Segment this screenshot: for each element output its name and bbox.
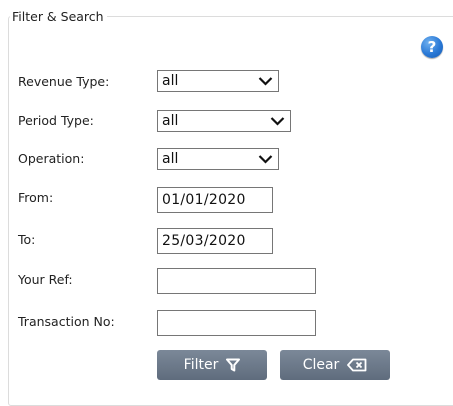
revenue-type-select[interactable]: all	[157, 70, 279, 92]
to-date-input[interactable]: 25/03/2020	[157, 228, 273, 254]
chevron-down-icon	[258, 77, 273, 86]
chevron-down-icon	[270, 117, 285, 126]
to-label: To:	[18, 232, 36, 247]
your-ref-label: Your Ref:	[18, 272, 73, 287]
from-label: From:	[18, 190, 54, 205]
clear-button[interactable]: Clear	[280, 350, 390, 380]
help-icon[interactable]: ?	[421, 36, 443, 58]
filter-button-label: Filter	[183, 357, 219, 373]
transaction-no-input[interactable]	[157, 310, 316, 336]
period-type-value: all	[162, 113, 179, 129]
backspace-icon	[347, 358, 367, 372]
transaction-no-label: Transaction No:	[18, 314, 115, 329]
revenue-type-value: all	[162, 73, 179, 89]
period-type-select[interactable]: all	[157, 110, 291, 132]
funnel-icon	[226, 358, 241, 372]
period-type-label: Period Type:	[18, 113, 94, 128]
your-ref-input[interactable]	[157, 268, 316, 294]
filter-button[interactable]: Filter	[157, 350, 267, 380]
operation-label: Operation:	[18, 151, 85, 166]
clear-button-label: Clear	[302, 357, 340, 373]
panel-legend: Filter & Search	[10, 9, 107, 24]
from-date-input[interactable]: 01/01/2020	[157, 187, 273, 213]
chevron-down-icon	[258, 155, 273, 164]
operation-select[interactable]: all	[157, 148, 279, 170]
operation-value: all	[162, 151, 179, 167]
revenue-type-label: Revenue Type:	[18, 74, 110, 89]
